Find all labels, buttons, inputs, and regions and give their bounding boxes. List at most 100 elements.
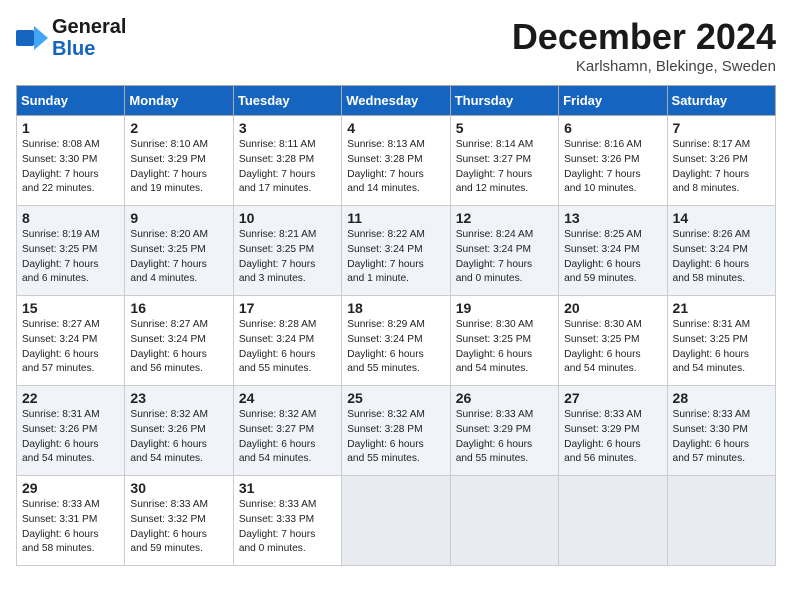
- day-info: Sunrise: 8:30 AM Sunset: 3:25 PM Dayligh…: [456, 318, 553, 377]
- day-number: 6: [564, 120, 661, 136]
- day-number: 12: [456, 210, 553, 226]
- calendar-title: December 2024: [512, 16, 776, 58]
- day-number: 31: [239, 480, 336, 496]
- day-number: 24: [239, 390, 336, 406]
- day-cell: 29Sunrise: 8:33 AM Sunset: 3:31 PM Dayli…: [17, 476, 125, 566]
- day-number: 21: [673, 300, 770, 316]
- day-info: Sunrise: 8:33 AM Sunset: 3:30 PM Dayligh…: [673, 408, 770, 467]
- calendar-body: 1 Sunrise: 8:08 AM Sunset: 3:30 PM Daylig…: [17, 116, 776, 566]
- day-info: Sunrise: 8:27 AM Sunset: 3:24 PM Dayligh…: [22, 318, 119, 377]
- day-number: 10: [239, 210, 336, 226]
- day-info: Sunrise: 8:08 AM Sunset: 3:30 PM Dayligh…: [22, 138, 119, 197]
- day-cell: 5 Sunrise: 8:14 AM Sunset: 3:27 PM Daylig…: [450, 116, 558, 206]
- day-info: Sunrise: 8:16 AM Sunset: 3:26 PM Dayligh…: [564, 138, 661, 197]
- day-info: Sunrise: 8:10 AM Sunset: 3:29 PM Dayligh…: [130, 138, 227, 197]
- day-info: Sunrise: 8:33 AM Sunset: 3:29 PM Dayligh…: [456, 408, 553, 467]
- day-number: 17: [239, 300, 336, 316]
- day-info: Sunrise: 8:33 AM Sunset: 3:29 PM Dayligh…: [564, 408, 661, 467]
- day-cell: [342, 476, 450, 566]
- header: General Blue December 2024 Karlshamn, Bl…: [16, 16, 776, 75]
- day-number: 16: [130, 300, 227, 316]
- day-number: 27: [564, 390, 661, 406]
- day-number: 13: [564, 210, 661, 226]
- day-cell: 17 Sunrise: 8:28 AM Sunset: 3:24 PM Dayli…: [233, 296, 341, 386]
- day-cell: 1 Sunrise: 8:08 AM Sunset: 3:30 PM Daylig…: [17, 116, 125, 206]
- day-info: Sunrise: 8:30 AM Sunset: 3:25 PM Dayligh…: [564, 318, 661, 377]
- calendar-table: SundayMondayTuesdayWednesdayThursdayFrid…: [16, 85, 776, 566]
- day-number: 15: [22, 300, 119, 316]
- day-cell: 4 Sunrise: 8:13 AM Sunset: 3:28 PM Daylig…: [342, 116, 450, 206]
- day-number: 9: [130, 210, 227, 226]
- header-cell-wednesday: Wednesday: [342, 86, 450, 116]
- day-info: Sunrise: 8:25 AM Sunset: 3:24 PM Dayligh…: [564, 228, 661, 287]
- day-cell: 15 Sunrise: 8:27 AM Sunset: 3:24 PM Dayli…: [17, 296, 125, 386]
- day-info: Sunrise: 8:33 AM Sunset: 3:33 PM Dayligh…: [239, 498, 336, 557]
- day-info: Sunrise: 8:14 AM Sunset: 3:27 PM Dayligh…: [456, 138, 553, 197]
- day-cell: [559, 476, 667, 566]
- header-cell-tuesday: Tuesday: [233, 86, 341, 116]
- day-number: 1: [22, 120, 119, 136]
- day-number: 3: [239, 120, 336, 136]
- day-cell: 31 Sunrise: 8:33 AM Sunset: 3:33 PM Dayli…: [233, 476, 341, 566]
- header-cell-friday: Friday: [559, 86, 667, 116]
- day-info: Sunrise: 8:32 AM Sunset: 3:27 PM Dayligh…: [239, 408, 336, 467]
- header-cell-monday: Monday: [125, 86, 233, 116]
- day-cell: 20 Sunrise: 8:30 AM Sunset: 3:25 PM Dayli…: [559, 296, 667, 386]
- day-cell: 2 Sunrise: 8:10 AM Sunset: 3:29 PM Daylig…: [125, 116, 233, 206]
- logo-icon: [16, 22, 48, 54]
- day-number: 22: [22, 390, 119, 406]
- day-cell: 7 Sunrise: 8:17 AM Sunset: 3:26 PM Daylig…: [667, 116, 775, 206]
- week-row-2: 8 Sunrise: 8:19 AM Sunset: 3:25 PM Daylig…: [17, 206, 776, 296]
- day-number: 19: [456, 300, 553, 316]
- day-cell: 19 Sunrise: 8:30 AM Sunset: 3:25 PM Dayli…: [450, 296, 558, 386]
- day-number: 5: [456, 120, 553, 136]
- day-cell: 30 Sunrise: 8:33 AM Sunset: 3:32 PM Dayli…: [125, 476, 233, 566]
- week-row-1: 1 Sunrise: 8:08 AM Sunset: 3:30 PM Daylig…: [17, 116, 776, 206]
- day-cell: [450, 476, 558, 566]
- day-number: 7: [673, 120, 770, 136]
- day-cell: 13 Sunrise: 8:25 AM Sunset: 3:24 PM Dayli…: [559, 206, 667, 296]
- day-number: 30: [130, 480, 227, 496]
- day-number: 11: [347, 210, 444, 226]
- logo: General Blue: [16, 16, 126, 60]
- calendar-header-row: SundayMondayTuesdayWednesdayThursdayFrid…: [17, 86, 776, 116]
- day-cell: 3 Sunrise: 8:11 AM Sunset: 3:28 PM Daylig…: [233, 116, 341, 206]
- day-cell: 18Sunrise: 8:29 AM Sunset: 3:24 PM Dayli…: [342, 296, 450, 386]
- day-info: Sunrise: 8:17 AM Sunset: 3:26 PM Dayligh…: [673, 138, 770, 197]
- day-cell: 23 Sunrise: 8:32 AM Sunset: 3:26 PM Dayli…: [125, 386, 233, 476]
- day-number: 23: [130, 390, 227, 406]
- day-info: Sunrise: 8:28 AM Sunset: 3:24 PM Dayligh…: [239, 318, 336, 377]
- day-number: 4: [347, 120, 444, 136]
- day-info: Sunrise: 8:32 AM Sunset: 3:28 PM Dayligh…: [347, 408, 444, 467]
- day-info: Sunrise: 8:11 AM Sunset: 3:28 PM Dayligh…: [239, 138, 336, 197]
- day-cell: 28 Sunrise: 8:33 AM Sunset: 3:30 PM Dayli…: [667, 386, 775, 476]
- day-info: Sunrise: 8:32 AM Sunset: 3:26 PM Dayligh…: [130, 408, 227, 467]
- day-number: 2: [130, 120, 227, 136]
- day-cell: 10Sunrise: 8:21 AM Sunset: 3:25 PM Dayli…: [233, 206, 341, 296]
- day-cell: 8 Sunrise: 8:19 AM Sunset: 3:25 PM Daylig…: [17, 206, 125, 296]
- day-cell: 24 Sunrise: 8:32 AM Sunset: 3:27 PM Dayli…: [233, 386, 341, 476]
- day-info: Sunrise: 8:31 AM Sunset: 3:25 PM Dayligh…: [673, 318, 770, 377]
- day-number: 28: [673, 390, 770, 406]
- day-cell: 16Sunrise: 8:27 AM Sunset: 3:24 PM Dayli…: [125, 296, 233, 386]
- day-info: Sunrise: 8:13 AM Sunset: 3:28 PM Dayligh…: [347, 138, 444, 197]
- day-info: Sunrise: 8:19 AM Sunset: 3:25 PM Dayligh…: [22, 228, 119, 287]
- week-row-5: 29Sunrise: 8:33 AM Sunset: 3:31 PM Dayli…: [17, 476, 776, 566]
- day-cell: 27 Sunrise: 8:33 AM Sunset: 3:29 PM Dayli…: [559, 386, 667, 476]
- day-number: 20: [564, 300, 661, 316]
- day-info: Sunrise: 8:33 AM Sunset: 3:31 PM Dayligh…: [22, 498, 119, 557]
- header-cell-saturday: Saturday: [667, 86, 775, 116]
- day-cell: 11 Sunrise: 8:22 AM Sunset: 3:24 PM Dayli…: [342, 206, 450, 296]
- day-info: Sunrise: 8:33 AM Sunset: 3:32 PM Dayligh…: [130, 498, 227, 557]
- day-cell: 26 Sunrise: 8:33 AM Sunset: 3:29 PM Dayli…: [450, 386, 558, 476]
- day-cell: 14Sunrise: 8:26 AM Sunset: 3:24 PM Dayli…: [667, 206, 775, 296]
- day-number: 18: [347, 300, 444, 316]
- day-info: Sunrise: 8:22 AM Sunset: 3:24 PM Dayligh…: [347, 228, 444, 287]
- logo-line1: General: [52, 16, 126, 38]
- day-cell: 21 Sunrise: 8:31 AM Sunset: 3:25 PM Dayli…: [667, 296, 775, 386]
- day-cell: [667, 476, 775, 566]
- day-cell: 9Sunrise: 8:20 AM Sunset: 3:25 PM Daylig…: [125, 206, 233, 296]
- day-number: 26: [456, 390, 553, 406]
- day-number: 8: [22, 210, 119, 226]
- header-cell-thursday: Thursday: [450, 86, 558, 116]
